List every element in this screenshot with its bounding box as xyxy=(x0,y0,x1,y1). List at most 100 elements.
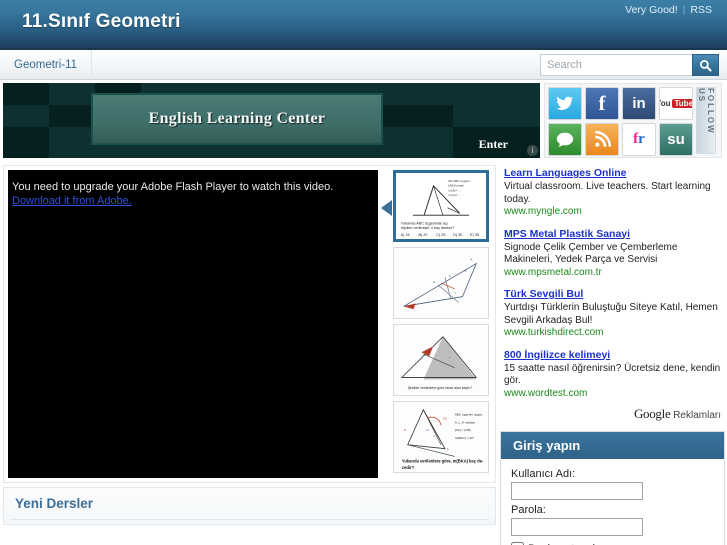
svg-text:B: B xyxy=(465,268,467,272)
navigation-bar: Geometri-11 xyxy=(0,50,727,80)
top-link-rss[interactable]: RSS xyxy=(685,4,717,16)
youtube-glyph-tube: Tube xyxy=(671,99,692,108)
search-button[interactable] xyxy=(692,54,719,76)
svg-text:b: b xyxy=(447,448,449,452)
login-panel-heading: Giriş yapın xyxy=(501,432,724,459)
sidebar-ad-4: 800 İngilizce kelimeyi 15 saatte nasıl ö… xyxy=(504,349,725,401)
svg-text:a: a xyxy=(404,428,406,432)
facebook-icon[interactable]: f xyxy=(585,87,619,120)
flash-download-link[interactable]: Download it from Adobe. xyxy=(12,195,374,207)
svg-text:a: a xyxy=(433,280,435,284)
top-utility-links: Very Good! | RSS xyxy=(620,4,717,16)
password-label: Parola: xyxy=(511,504,546,516)
login-panel: Giriş yapın Kullanıcı Adı: Parola: Beni … xyxy=(500,431,725,545)
sidebar-ad-4-desc: 15 saatte nasıl öğrenirsin? Ücretsiz den… xyxy=(504,362,721,387)
content-column: You need to upgrade your Adobe Flash Pla… xyxy=(3,165,496,525)
new-lessons-first-row-peek xyxy=(3,526,496,536)
svg-text:m(C)= ...: m(C)= ... xyxy=(449,193,462,197)
banner-info-icon[interactable]: i xyxy=(527,145,538,156)
username-field[interactable] xyxy=(511,482,643,500)
youtube-glyph-you: You xyxy=(660,99,671,108)
banner-title: English Learning Center xyxy=(148,110,326,127)
twitter-icon[interactable] xyxy=(548,87,582,120)
svg-text:Yukarıda verilenlere göre, m(B: Yukarıda verilenlere göre, m(BKA) kaç de… xyxy=(402,458,484,463)
svg-text:C) 25: C) 25 xyxy=(436,233,445,237)
thumbnail-list: Bir ABC üçgeni [AB] kenarı m(A)= ... m(C… xyxy=(393,170,489,478)
svg-text:cedir?: cedir? xyxy=(402,465,415,470)
svg-text:n: n xyxy=(433,434,435,438)
svg-text:[AB] kenarı: [AB] kenarı xyxy=(449,184,465,188)
search-icon xyxy=(699,59,712,72)
svg-text:A) 15: A) 15 xyxy=(401,233,410,237)
sidebar-ad-3-url: www.turkishdirect.com xyxy=(504,327,604,338)
svg-text:A, L, K noktası: A, L, K noktası xyxy=(455,420,475,424)
youtube-icon[interactable]: YouTube xyxy=(659,87,693,120)
nav-tab-geometri-11[interactable]: Geometri-11 xyxy=(0,50,93,80)
flash-upgrade-message: You need to upgrade your Adobe Flash Pla… xyxy=(12,181,334,193)
search-input[interactable] xyxy=(540,54,692,76)
sidebar-ad-1: Learn Languages Online Virtual classroom… xyxy=(504,167,725,219)
follow-us-label: FOLLOW US xyxy=(696,87,716,154)
stumbleupon-icon[interactable]: su xyxy=(659,123,693,156)
svg-text:B) 20: B) 20 xyxy=(419,233,428,237)
sidebar: Learn Languages Online Virtual classroom… xyxy=(500,165,725,545)
google-ads-label: Google Reklamları xyxy=(504,406,725,422)
google-brand-text: Google xyxy=(633,406,671,421)
search-form xyxy=(540,54,719,76)
selected-thumbnail-arrow-icon xyxy=(381,200,392,216)
stumbleupon-glyph: su xyxy=(667,131,685,148)
banner-title-box: English Learning Center xyxy=(91,93,383,145)
thumbnail-item-4[interactable]: a 2a b mn ABC üçgenin üçgen, A, L, K nokta… xyxy=(393,401,489,473)
video-section: You need to upgrade your Adobe Flash Pla… xyxy=(3,165,496,483)
comment-icon[interactable] xyxy=(548,123,582,156)
svg-text:2a: 2a xyxy=(443,417,447,421)
sidebar-ad-4-title[interactable]: 800 İngilizce kelimeyi xyxy=(504,349,725,362)
svg-text:ölçüleri verilmiştir. x kaç de: ölçüleri verilmiştir. x kaç derece? xyxy=(401,226,455,230)
page-title: 11.Sınıf Geometri xyxy=(22,11,181,32)
svg-text:D) 30: D) 30 xyxy=(453,233,462,237)
sidebar-ad-2-desc: Signode Çelik Çember ve Çemberleme Makin… xyxy=(504,241,678,266)
site-header: 11.Sınıf Geometri Very Good! | RSS xyxy=(0,0,727,50)
svg-text:Şekilde verilenlere göre taral: Şekilde verilenlere göre taralı alan kaç… xyxy=(408,386,473,390)
sidebar-ad-3-desc: Yurtdışı Türklerin Buluştuğu Siteye Katı… xyxy=(504,302,718,326)
login-panel-body: Kullanıcı Adı: Parola: Beni unutma:) Gir… xyxy=(501,459,724,545)
new-lessons-heading: Yeni Dersler xyxy=(15,496,94,511)
sidebar-ad-3-title[interactable]: Türk Sevgili Bul xyxy=(504,288,725,301)
linkedin-icon[interactable]: in xyxy=(622,87,656,120)
svg-text:Bir ABC üçgeni: Bir ABC üçgeni xyxy=(449,179,471,183)
flickr-glyph-r: r xyxy=(638,131,645,147)
video-player[interactable]: You need to upgrade your Adobe Flash Pla… xyxy=(8,170,378,478)
rss-icon[interactable] xyxy=(585,123,619,156)
nav-tab-list: Geometri-11 xyxy=(0,50,93,80)
thumbnail-item-2[interactable]: AB abc xyxy=(393,247,489,319)
password-field[interactable] xyxy=(511,518,643,536)
top-link-very-good[interactable]: Very Good! xyxy=(620,4,683,16)
svg-text:m: m xyxy=(426,428,429,432)
sidebar-ad-1-url: www.myngle.com xyxy=(504,206,582,217)
banner-enter-label[interactable]: Enter xyxy=(479,137,508,152)
thumbnail-item-3[interactable]: xy Şekilde verilenlere göre taralı alan … xyxy=(393,324,489,396)
sidebar-ad-4-url: www.wordtest.com xyxy=(504,387,588,399)
main-area: You need to upgrade your Adobe Flash Pla… xyxy=(0,162,727,545)
svg-text:b: b xyxy=(449,274,451,278)
english-learning-center-banner[interactable]: English Learning Center Enter i xyxy=(3,83,540,158)
banner-strip: English Learning Center Enter i f in You… xyxy=(0,80,727,162)
svg-text:m(BAC) = 42°: m(BAC) = 42° xyxy=(455,436,475,440)
google-ads-label-text: Reklamları xyxy=(673,410,721,421)
follow-us-text: FOLLOW US xyxy=(697,88,715,135)
sidebar-ad-2-title[interactable]: MPS Metal Plastik Sanayi xyxy=(504,228,725,241)
thumbnail-item-1[interactable]: Bir ABC üçgeni [AB] kenarı m(A)= ... m(C… xyxy=(393,170,489,242)
linkedin-glyph: in xyxy=(632,95,646,112)
sidebar-ad-2-url: www.mpsmetal.com.tr xyxy=(504,266,602,278)
flickr-icon[interactable]: fr xyxy=(622,123,656,156)
sidebar-ad-2: MPS Metal Plastik Sanayi Signode Çelik Ç… xyxy=(504,228,725,280)
social-icon-grid: f in YouTube fr su xyxy=(548,87,693,156)
social-follow-box: f in YouTube fr su xyxy=(544,83,722,158)
google-ads-block: Learn Languages Online Virtual classroom… xyxy=(500,165,725,422)
sidebar-ad-3: Türk Sevgili Bul Yurtdışı Türklerin Bulu… xyxy=(504,288,725,340)
new-lessons-divider xyxy=(10,519,489,520)
facebook-glyph: f xyxy=(598,91,606,115)
sidebar-ad-1-desc: Virtual classroom. Live teachers. Start … xyxy=(504,181,711,205)
svg-text:Yukarıda ABC üçgeninde açı: Yukarıda ABC üçgeninde açı xyxy=(401,221,448,225)
sidebar-ad-1-title[interactable]: Learn Languages Online xyxy=(504,167,725,180)
